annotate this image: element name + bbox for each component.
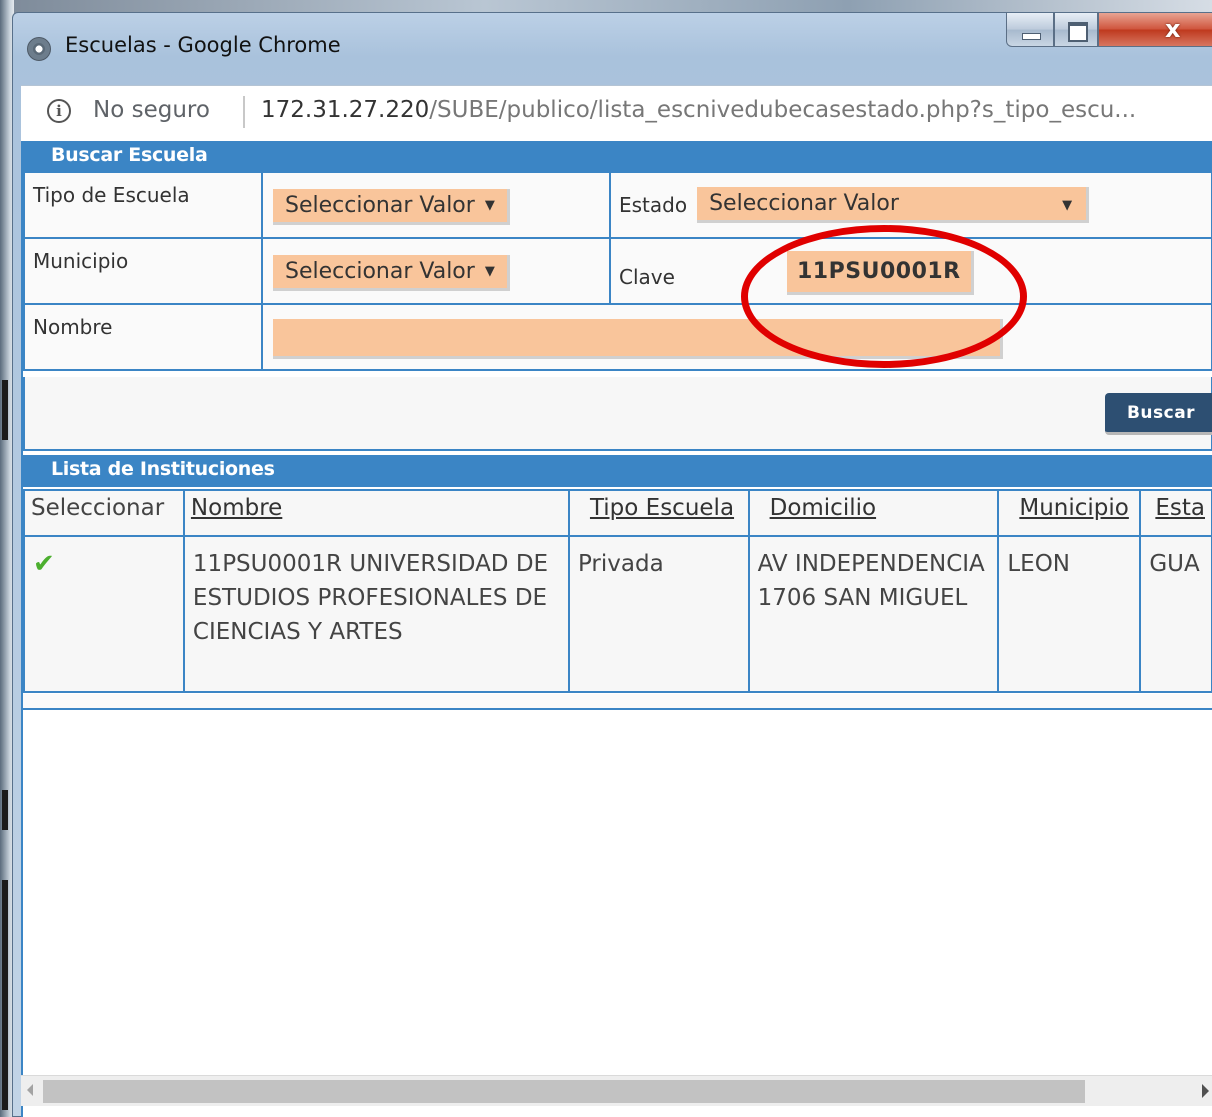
search-section-header: Buscar Escuela [21, 141, 1212, 173]
tipo-escuela-select[interactable]: Seleccionar Valor ▼ [273, 189, 510, 225]
page-content: Buscar Escuela Tipo de Escuela Seleccion… [21, 141, 1212, 1117]
dropdown-arrow-icon: ▼ [1062, 198, 1073, 213]
domicilio-cell-value: AV INDEPENDENCIA 1706 SAN MIGUEL [747, 535, 1000, 693]
url-path: /SUBE/publico/lista_escnivedubecasestado… [429, 97, 1137, 123]
municipio-cell: Seleccionar Valor ▼ [261, 237, 611, 305]
maximize-button[interactable] [1054, 13, 1098, 47]
results-section-header: Lista de Instituciones [21, 455, 1212, 487]
dropdown-arrow-icon: ▼ [484, 264, 495, 279]
desktop-edge-mark [2, 380, 8, 440]
estado-label: Estado [619, 193, 688, 217]
tipo-escuela-cell: Seleccionar Valor ▼ [261, 171, 611, 239]
nombre-label: Nombre [23, 303, 263, 371]
minimize-button[interactable] [1006, 13, 1054, 47]
close-button[interactable]: x [1098, 13, 1212, 47]
scroll-left-icon[interactable] [27, 1084, 33, 1096]
close-icon: x [1165, 15, 1181, 43]
tipo-escuela-label: Tipo de Escuela [23, 171, 263, 239]
address-bar[interactable]: i No seguro 172.31.27.220/SUBE/publico/l… [21, 85, 1212, 141]
municipio-label: Municipio [23, 237, 263, 305]
desktop-edge-mark [2, 880, 8, 1110]
chrome-icon [27, 37, 51, 61]
municipio-cell-value: LEON [997, 535, 1142, 693]
desktop-edge-mark [2, 790, 8, 830]
tipo-cell-value: Privada [567, 535, 750, 693]
results-header-row: Seleccionar Nombre Tipo Escuela Domicili… [23, 489, 1212, 537]
browser-window: Escuelas - Google Chrome x i No seguro 1… [12, 12, 1212, 1117]
estado-value: Seleccionar Valor [709, 191, 899, 216]
scroll-right-icon[interactable] [1202, 1084, 1209, 1098]
column-header-nombre[interactable]: Nombre [182, 489, 570, 537]
estado-select[interactable]: Seleccionar Valor ▼ [697, 187, 1090, 223]
column-header-domicilio[interactable]: Domicilio [747, 489, 1000, 537]
window-title: Escuelas - Google Chrome [65, 33, 341, 57]
search-actions-row: Buscar [23, 377, 1212, 451]
estado-cell-value: GUA [1139, 535, 1212, 693]
column-header-tipo-escuela[interactable]: Tipo Escuela [567, 489, 750, 537]
dropdown-arrow-icon: ▼ [484, 198, 495, 213]
red-annotation-circle [741, 225, 1027, 368]
municipio-select[interactable]: Seleccionar Valor ▼ [273, 255, 510, 291]
address-separator [243, 96, 245, 128]
search-form: Tipo de Escuela Seleccionar Valor ▼ Estad… [23, 171, 1212, 371]
horizontal-scrollbar[interactable] [21, 1075, 1212, 1106]
url-text[interactable]: 172.31.27.220/SUBE/publico/lista_escnive… [261, 97, 1136, 123]
nombre-cell-value: 11PSU0001R UNIVERSIDAD DE ESTUDIOS PROFE… [182, 535, 570, 693]
table-row: ✔ 11PSU0001R UNIVERSIDAD DE ESTUDIOS PRO… [23, 535, 1212, 693]
scrollbar-thumb[interactable] [43, 1080, 1085, 1103]
select-cell: ✔ [23, 535, 185, 693]
url-host: 172.31.27.220 [261, 97, 430, 123]
municipio-value: Seleccionar Valor [285, 259, 475, 284]
tipo-escuela-value: Seleccionar Valor [285, 193, 475, 218]
table-footer [23, 694, 1212, 710]
column-header-municipio[interactable]: Municipio [997, 489, 1142, 537]
info-icon[interactable]: i [47, 99, 71, 123]
checkmark-icon[interactable]: ✔ [33, 549, 55, 579]
results-table: Seleccionar Nombre Tipo Escuela Domicili… [23, 489, 1212, 693]
security-label[interactable]: No seguro [93, 97, 210, 123]
title-bar[interactable]: Escuelas - Google Chrome x [13, 13, 1212, 85]
column-header-estado[interactable]: Esta [1139, 489, 1212, 537]
nombre-cell [261, 303, 1212, 371]
buscar-button[interactable]: Buscar [1105, 393, 1212, 435]
column-header-seleccionar: Seleccionar [23, 489, 185, 537]
